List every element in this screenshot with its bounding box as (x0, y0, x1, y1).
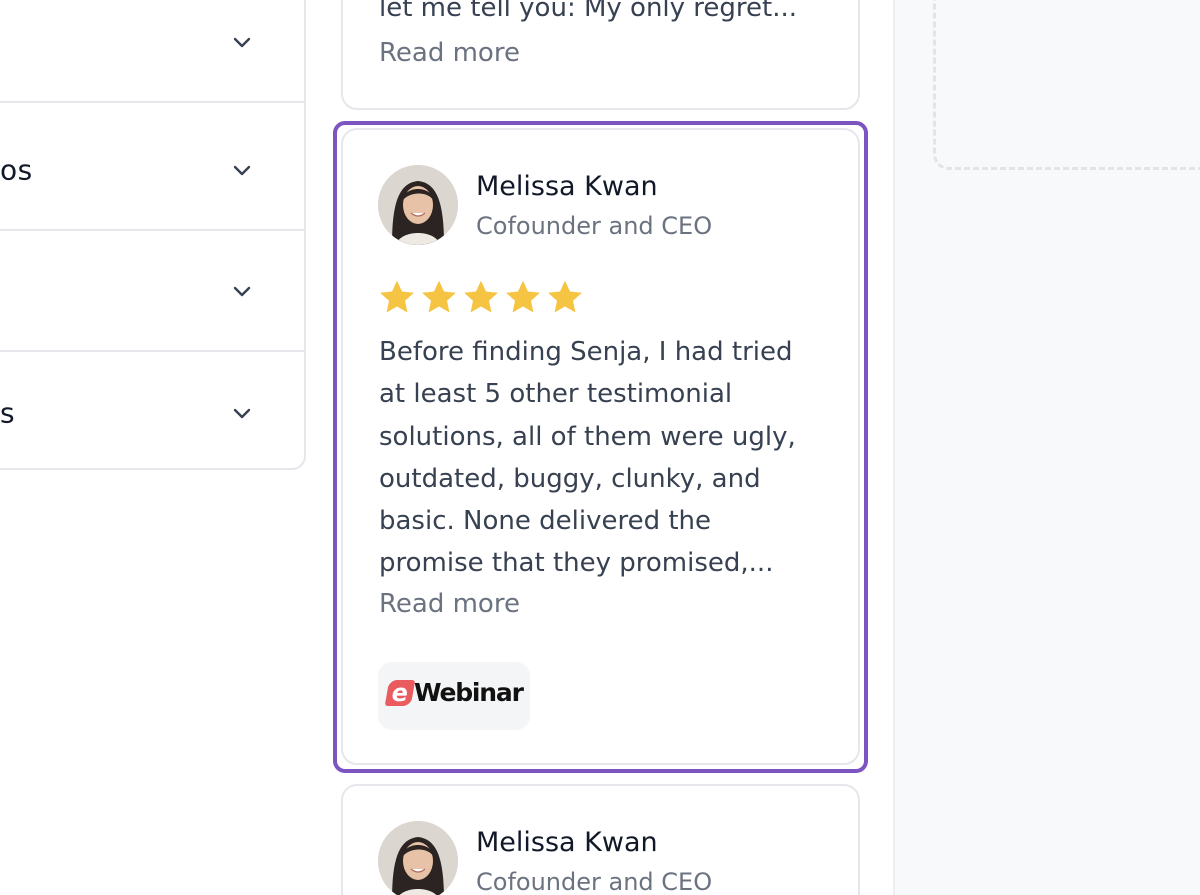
testimonial-line: at least 5 other testimonial (379, 379, 733, 410)
avatar (378, 165, 458, 245)
logo-mark: e (384, 679, 416, 707)
accordion-item-label: os (0, 153, 33, 186)
read-more-link[interactable]: Read more (379, 589, 520, 619)
chevron-down-icon[interactable] (230, 30, 254, 54)
author-name: Melissa Kwan (476, 827, 658, 858)
company-logo: e Webinar (378, 662, 530, 730)
star-icon (506, 280, 540, 313)
chevron-down-icon[interactable] (230, 279, 254, 303)
author-title: Cofounder and CEO (476, 868, 713, 895)
preview-canvas (893, 0, 1200, 895)
star-icon (548, 280, 582, 313)
testimonial-line: promise that they promised,... (379, 548, 774, 579)
star-icon (422, 280, 456, 313)
testimonial-line: solutions, all of them were ugly, (379, 421, 796, 452)
testimonial-card-selected[interactable]: Melissa Kwan Cofounder and CEO Before fi… (341, 128, 860, 765)
testimonial-line: Before finding Senja, I had tried (379, 337, 793, 367)
chevron-down-icon[interactable] (230, 401, 254, 425)
accordion-item-3[interactable] (0, 231, 304, 352)
testimonial-line: outdated, buggy, clunky, and (379, 463, 761, 494)
logo-text: Webinar (414, 678, 524, 707)
star-rating (378, 279, 584, 315)
testimonial-card[interactable]: let me tell you: My only regret... Read … (341, 0, 860, 110)
chevron-down-icon[interactable] (230, 158, 254, 182)
ewebinar-logo: e Webinar (384, 678, 524, 707)
testimonial-line: basic. None delivered the (379, 506, 712, 537)
testimonial-text: let me tell you: My only regret... (379, 0, 798, 23)
accordion-item-2[interactable]: os (0, 110, 304, 231)
star-icon (380, 280, 414, 313)
accordion-item-1[interactable] (0, 0, 304, 103)
drop-zone-placeholder[interactable] (933, 0, 1200, 170)
testimonial-text: Before finding Senja, I had tried at lea… (379, 331, 819, 585)
author-name: Melissa Kwan (476, 171, 658, 202)
author-title: Cofounder and CEO (476, 212, 713, 240)
accordion-item-4[interactable]: s (0, 352, 304, 468)
testimonial-card[interactable]: Melissa Kwan Cofounder and CEO (341, 784, 860, 895)
avatar (378, 821, 458, 895)
read-more-link[interactable]: Read more (379, 38, 520, 68)
star-icon (464, 280, 498, 313)
accordion-panel: os s (0, 0, 306, 470)
accordion-item-label: s (0, 396, 16, 429)
